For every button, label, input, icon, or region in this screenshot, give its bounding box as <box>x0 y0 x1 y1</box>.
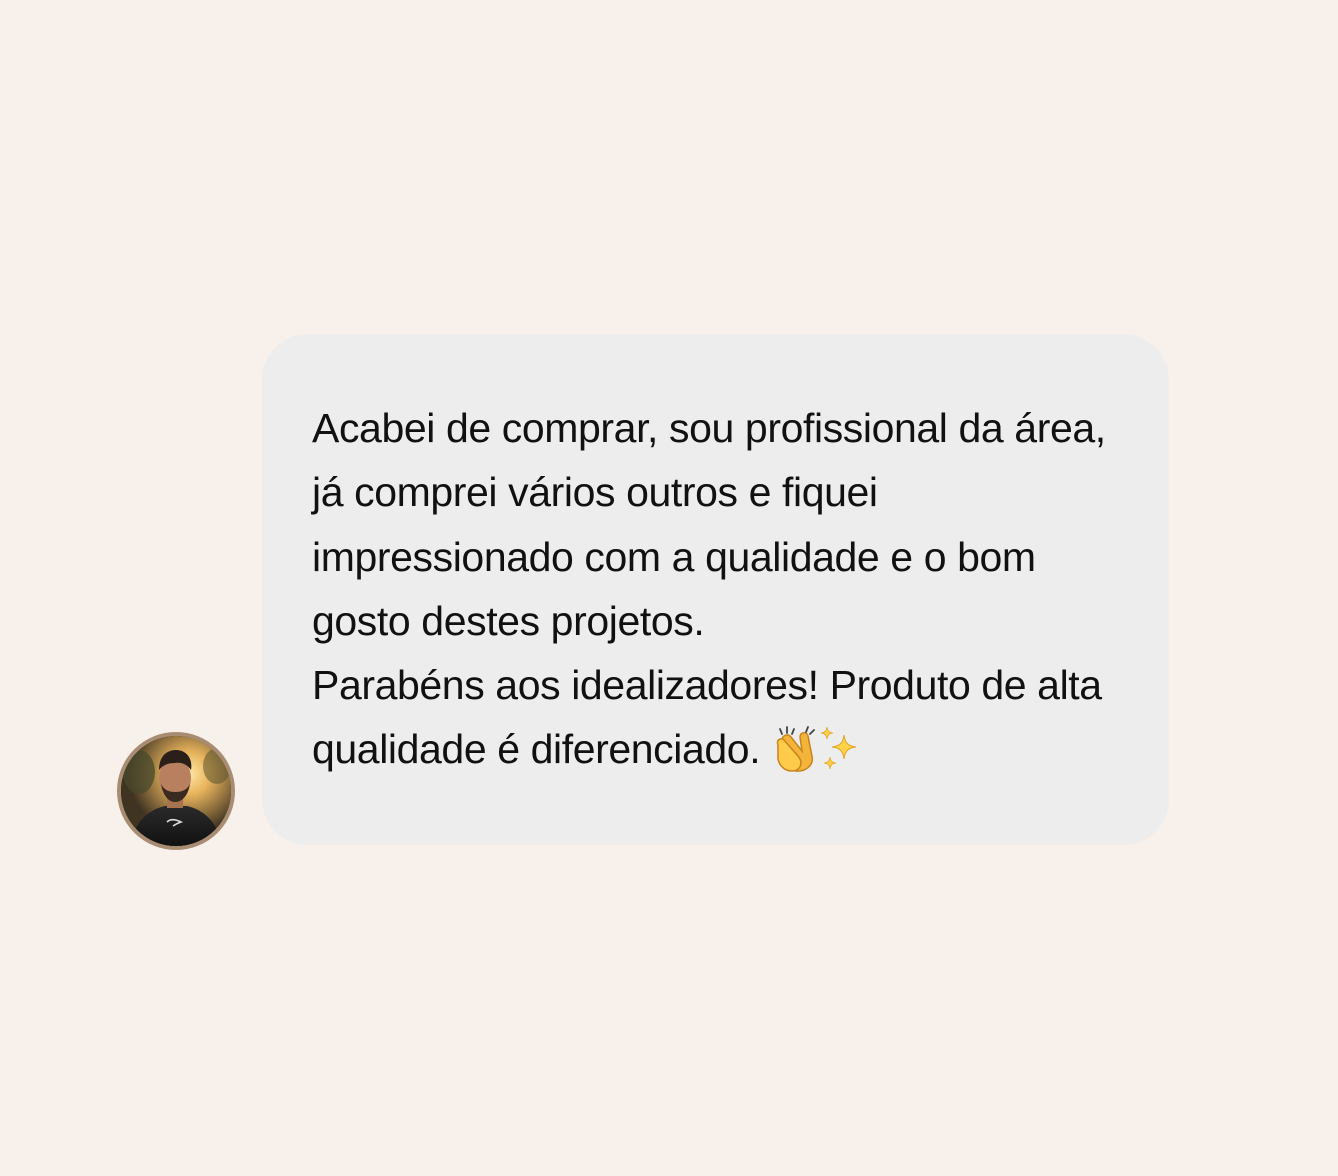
avatar-photo <box>121 736 231 846</box>
message-line: Parabéns aos idealizadores! Produto de a… <box>312 662 1102 709</box>
message-bubble: Acabei de comprar, sou profissional da á… <box>262 334 1169 845</box>
emoji-group <box>770 725 865 773</box>
avatar[interactable] <box>117 732 235 850</box>
message-text: Acabei de comprar, sou profissional da á… <box>312 396 1139 782</box>
message-line: qualidade é diferenciado. <box>312 726 761 773</box>
chat-thread: Acabei de comprar, sou profissional da á… <box>0 0 1338 1176</box>
sparkles-icon <box>821 727 857 770</box>
clapping-hands-icon <box>777 726 816 773</box>
message-line: impressionado com a qualidade e o bom <box>312 533 1036 580</box>
message-line: gosto destes projetos. <box>312 597 705 644</box>
message-line: já comprei vários outros e fiquei <box>312 469 878 516</box>
message-line: Acabei de comprar, sou profissional da á… <box>312 405 1106 451</box>
